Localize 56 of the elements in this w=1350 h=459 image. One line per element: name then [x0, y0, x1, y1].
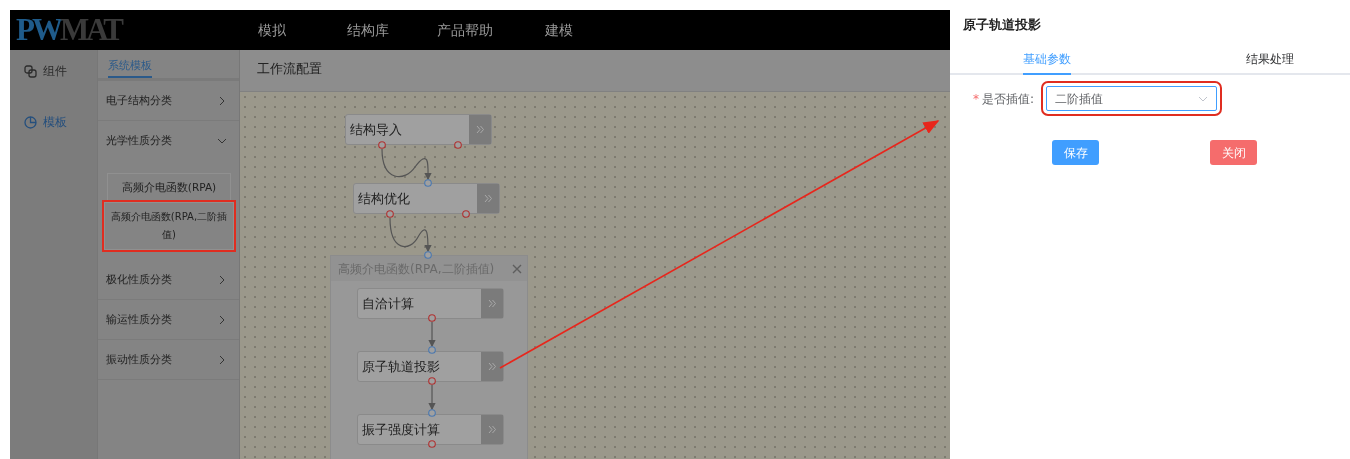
- chevron-right-icon: [217, 274, 227, 285]
- expand-button[interactable]: [481, 352, 503, 381]
- drawer-tab[interactable]: 基础参数: [1023, 44, 1071, 75]
- input-port[interactable]: [428, 346, 436, 354]
- connector: [381, 148, 432, 181]
- output-port[interactable]: [428, 440, 436, 448]
- workflow-node[interactable]: 原子轨道投影: [357, 351, 504, 382]
- output-port[interactable]: [428, 314, 436, 322]
- chevron-right-icon: [217, 95, 227, 106]
- output-port[interactable]: [454, 141, 462, 149]
- double-chevron-icon: [475, 125, 485, 134]
- nav-link[interactable]: 结构库: [347, 15, 389, 45]
- expand-button[interactable]: [481, 289, 503, 318]
- category-item[interactable]: 极化性质分类: [98, 260, 239, 300]
- workflow-node[interactable]: 振子强度计算: [357, 414, 504, 445]
- category-item[interactable]: 输运性质分类: [98, 300, 239, 340]
- connector: [389, 217, 432, 253]
- double-chevron-icon: [483, 194, 493, 203]
- nav-link[interactable]: 模拟: [258, 15, 286, 45]
- input-port[interactable]: [424, 251, 432, 259]
- chevron-down-icon: [1198, 95, 1209, 102]
- chevron-down-icon: [217, 136, 227, 146]
- expand-button[interactable]: [481, 415, 503, 444]
- output-port[interactable]: [386, 210, 394, 218]
- layers-icon: [24, 64, 37, 78]
- nav-link[interactable]: 建模: [545, 15, 573, 45]
- double-chevron-icon: [487, 362, 497, 371]
- input-port[interactable]: [424, 179, 432, 187]
- input-port[interactable]: [428, 409, 436, 417]
- category-item[interactable]: 光学性质分类: [98, 121, 239, 161]
- chevron-right-icon: [217, 354, 227, 365]
- nav-link[interactable]: 产品帮助: [437, 15, 493, 45]
- double-chevron-icon: [487, 299, 497, 308]
- workflow-node[interactable]: 自洽计算: [357, 288, 504, 319]
- double-chevron-icon: [487, 425, 497, 434]
- logo: PWMAT: [15, 11, 123, 49]
- connector: [428, 321, 436, 348]
- expand-button[interactable]: [469, 115, 491, 144]
- category-item[interactable]: 电子结构分类: [98, 81, 239, 121]
- sidebar-item[interactable]: 组件: [10, 56, 97, 86]
- chevron-right-icon: [217, 314, 227, 325]
- category-item[interactable]: 振动性质分类: [98, 340, 239, 380]
- output-port[interactable]: [462, 210, 470, 218]
- output-port[interactable]: [378, 141, 386, 149]
- save-button[interactable]: 保存: [1052, 140, 1099, 165]
- workflow-node[interactable]: 结构导入: [345, 114, 492, 145]
- field-label: * 是否插值:: [973, 90, 1035, 108]
- clock-icon: [24, 115, 37, 129]
- output-port[interactable]: [428, 377, 436, 385]
- drawer-title: 原子轨道投影: [962, 16, 1042, 34]
- close-button[interactable]: 关闭: [1210, 140, 1257, 165]
- expand-button[interactable]: [477, 184, 499, 213]
- workflow-node[interactable]: 结构优化: [353, 183, 500, 214]
- connector: [428, 384, 436, 411]
- template-item[interactable]: 高频介电函数(RPA): [107, 173, 231, 201]
- drawer-tab[interactable]: 结果处理: [1246, 44, 1294, 73]
